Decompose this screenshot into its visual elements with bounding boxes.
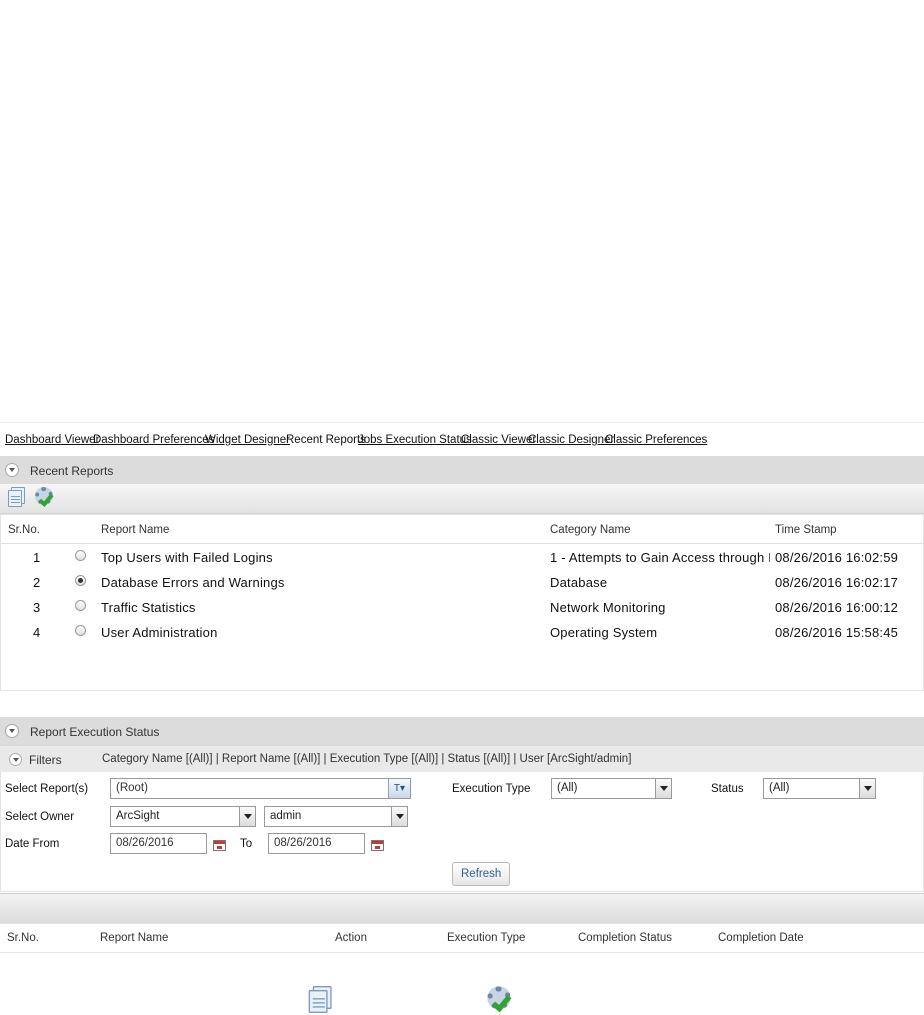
- row-time-stamp: 08/26/2016 16:02:17: [775, 575, 899, 590]
- recent-reports-title: Recent Reports: [30, 464, 114, 478]
- select-reports-label: Select Report(s): [5, 783, 89, 795]
- select-reports-field[interactable]: (Root) T▾: [110, 778, 411, 799]
- date-from-field[interactable]: 08/26/2016: [110, 833, 207, 854]
- column-header-sr-no: Sr.No.: [7, 932, 39, 944]
- nav-link-widget-designer[interactable]: Widget Designer: [205, 434, 290, 446]
- to-label: To: [240, 838, 253, 850]
- column-header-time-stamp: Time Stamp: [775, 524, 837, 536]
- row-select-radio[interactable]: [75, 575, 86, 586]
- nav-link-classic-viewer[interactable]: Classic Viewer: [461, 434, 536, 446]
- column-header-completion-status: Completion Status: [578, 932, 672, 944]
- refresh-button[interactable]: Refresh: [452, 862, 511, 886]
- column-header-category-name: Category Name: [550, 524, 631, 536]
- row-report-name[interactable]: Database Errors and Warnings: [101, 575, 285, 590]
- row-time-stamp: 08/26/2016 16:02:59: [775, 550, 899, 565]
- execute-icon[interactable]: [34, 486, 58, 510]
- calendar-icon[interactable]: [371, 840, 384, 851]
- nav-link-recent-reports[interactable]: Recent Reports: [286, 434, 366, 446]
- chevron-down-icon: [859, 779, 875, 798]
- execution-type-value: (All): [557, 782, 578, 794]
- column-header-completion-date: Completion Date: [718, 932, 804, 944]
- collapse-toggle-icon[interactable]: [5, 724, 19, 738]
- row-category-name: Database: [550, 575, 608, 590]
- row-sr-no: 2: [33, 575, 41, 590]
- status-label: Status: [711, 783, 744, 795]
- filters-bar: Filters Category Name [(All)] | Report N…: [0, 745, 924, 772]
- column-header-report-name: Report Name: [100, 932, 169, 944]
- row-report-name[interactable]: User Administration: [101, 625, 218, 640]
- date-from-value: 08/26/2016: [116, 837, 174, 849]
- execution-status-header: Report Execution Status: [0, 717, 924, 745]
- chevron-down-icon: [655, 779, 671, 798]
- select-owner-label: Select Owner: [5, 811, 75, 823]
- report-icon[interactable]: [6, 487, 26, 509]
- row-sr-no: 3: [33, 600, 41, 615]
- recent-reports-toolbar: [0, 484, 924, 514]
- nav-link-classic-preferences[interactable]: Classic Preferences: [605, 434, 707, 446]
- column-header-report-name: Report Name: [101, 524, 170, 536]
- row-sr-no: 4: [33, 625, 41, 640]
- column-header-execution-type: Execution Type: [447, 932, 526, 944]
- filter-form: Select Report(s) (Root) T▾ Execution Typ…: [0, 772, 924, 892]
- date-to-value: 08/26/2016: [274, 837, 332, 849]
- nav-link-dashboard-viewer[interactable]: Dashboard Viewer: [5, 434, 99, 446]
- status-select[interactable]: (All): [763, 778, 876, 799]
- row-report-name[interactable]: Top Users with Failed Logins: [101, 550, 273, 565]
- row-select-radio[interactable]: [75, 550, 86, 561]
- owner-group-select[interactable]: ArcSight: [110, 806, 256, 827]
- execution-results-table: Sr.No. Report Name Action Execution Type…: [0, 923, 924, 953]
- execute-icon: [486, 985, 517, 1015]
- nav-link-dashboard-preferences[interactable]: Dashboard Preferences: [93, 434, 214, 446]
- row-select-radio[interactable]: [75, 600, 86, 611]
- blank-viewport-area: [0, 0, 924, 422]
- owner-user-value: admin: [270, 810, 302, 822]
- report-icon: [306, 986, 333, 1015]
- execution-status-title: Report Execution Status: [30, 725, 160, 739]
- chevron-down-icon: [239, 807, 255, 826]
- recent-reports-header: Recent Reports: [0, 456, 924, 484]
- row-category-name: Operating System: [550, 625, 658, 640]
- recent-reports-table: Sr.No. Report Name Category Name Time St…: [0, 514, 924, 691]
- nav-link-classic-designer[interactable]: Classic Designer: [528, 434, 614, 446]
- execution-type-label: Execution Type: [452, 783, 531, 795]
- chevron-down-icon: [391, 807, 407, 826]
- tree-picker-icon[interactable]: T▾: [388, 779, 410, 798]
- column-header-sr-no: Sr.No.: [8, 524, 40, 536]
- row-time-stamp: 08/26/2016 15:58:45: [775, 625, 899, 640]
- collapse-toggle-icon[interactable]: [5, 463, 19, 477]
- date-to-field[interactable]: 08/26/2016: [268, 833, 365, 854]
- filters-title: Filters: [29, 753, 62, 767]
- row-category-name: 1 - Attempts to Gain Access through E: [550, 550, 770, 565]
- execution-type-select[interactable]: (All): [551, 778, 672, 799]
- results-toolbar: [0, 893, 924, 923]
- row-sr-no: 1: [33, 550, 41, 565]
- row-report-name[interactable]: Traffic Statistics: [101, 600, 196, 615]
- row-select-radio[interactable]: [75, 625, 86, 636]
- filters-summary: Category Name [(All)] | Report Name [(Al…: [102, 753, 632, 765]
- row-time-stamp: 08/26/2016 16:00:12: [775, 600, 899, 615]
- calendar-icon[interactable]: [213, 840, 226, 851]
- filters-toggle-icon[interactable]: [9, 753, 22, 766]
- nav-link-jobs-execution-status[interactable]: Jobs Execution Status: [358, 434, 472, 446]
- date-from-label: Date From: [5, 838, 60, 850]
- row-category-name: Network Monitoring: [550, 600, 666, 615]
- column-header-action: Action: [335, 932, 367, 944]
- status-value: (All): [769, 782, 790, 794]
- top-nav: Dashboard Viewer Dashboard Preferences W…: [0, 422, 924, 456]
- select-reports-value: (Root): [116, 782, 148, 794]
- owner-group-value: ArcSight: [116, 810, 160, 822]
- owner-user-select[interactable]: admin: [264, 806, 408, 827]
- header-divider: [1, 543, 924, 544]
